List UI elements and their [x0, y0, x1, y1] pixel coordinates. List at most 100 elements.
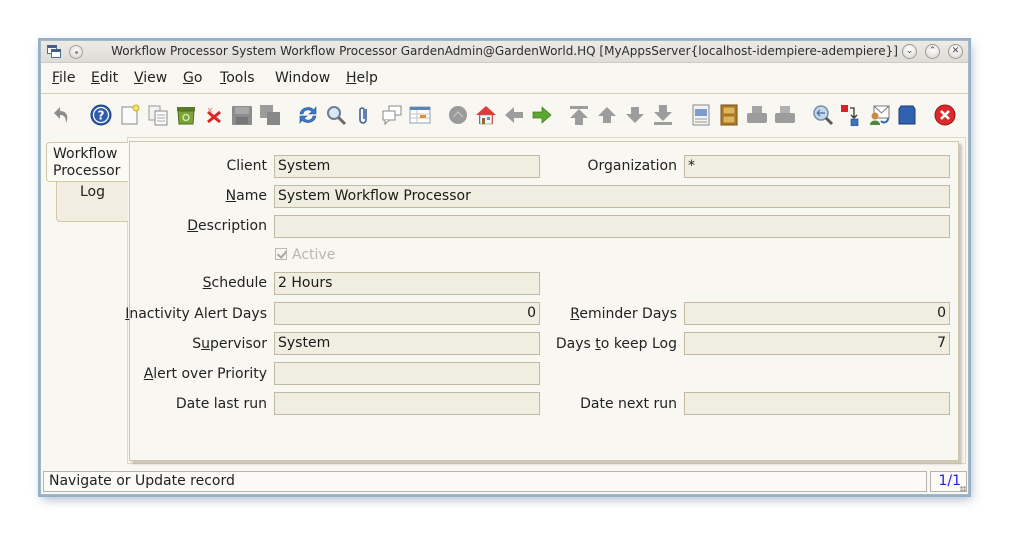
menu-tools-rest: ools	[226, 70, 255, 86]
request-icon	[870, 105, 890, 125]
close-icon: ✕	[951, 46, 960, 56]
attachment-button[interactable]	[353, 104, 375, 126]
menu-bar: File Edit View Go Tools Window Help	[41, 64, 968, 94]
help-button[interactable]: ?	[90, 104, 112, 126]
print-button[interactable]	[774, 104, 796, 126]
find-button[interactable]	[325, 104, 347, 126]
menu-edit-mnemonic: E	[91, 70, 100, 86]
date-last-run-field[interactable]	[274, 392, 540, 415]
chat-icon	[382, 105, 402, 126]
active-workflows-button[interactable]	[840, 104, 862, 126]
menu-view-rest: iew	[143, 70, 168, 86]
chat-button[interactable]	[381, 104, 403, 126]
status-bar: Navigate or Update record 1/1	[41, 471, 968, 493]
date-next-run-field[interactable]	[684, 392, 950, 415]
detail-record-button[interactable]	[531, 104, 553, 126]
resize-grip-icon[interactable]	[960, 486, 966, 492]
schedule-label-mnemonic: S	[202, 275, 212, 291]
close-button[interactable]: ✕	[948, 44, 963, 59]
title-bar[interactable]: Workflow Processor System Workflow Proce…	[41, 41, 968, 63]
menu-help-rest: elp	[356, 70, 378, 86]
grid-toggle-icon	[409, 106, 431, 124]
menu-go-rest: o	[193, 70, 203, 86]
status-message: Navigate or Update record	[43, 471, 927, 492]
menu-file[interactable]: File	[52, 70, 75, 86]
supervisor-field[interactable]: System	[274, 332, 540, 355]
reminder-days-label: Reminder Days	[570, 306, 677, 322]
description-field[interactable]	[274, 215, 950, 238]
first-record-button[interactable]	[568, 104, 590, 126]
exit-button[interactable]	[934, 104, 956, 126]
delete-selection-button[interactable]	[203, 104, 225, 126]
undo-icon	[54, 107, 68, 123]
checkbox-checked-icon	[275, 248, 287, 260]
tab-log[interactable]: Log	[56, 182, 128, 222]
save-icon	[232, 106, 252, 125]
menu-file-rest: ile	[59, 70, 76, 86]
description-label-mnemonic: D	[187, 218, 199, 234]
menu-tools[interactable]: Tools	[220, 70, 255, 86]
menu-view[interactable]: View	[134, 70, 167, 86]
save-button[interactable]	[231, 104, 253, 126]
archive-button[interactable]	[718, 104, 740, 126]
save-and-new-button[interactable]	[259, 104, 281, 126]
delete-selection-icon	[207, 107, 221, 124]
previous-record-button[interactable]	[596, 104, 618, 126]
inactivity-alert-days-label-rest: nactivity Alert Days	[129, 306, 267, 322]
alert-over-priority-field[interactable]	[274, 362, 540, 385]
active-workflows-icon	[841, 105, 859, 126]
reminder-days-field[interactable]: 0	[684, 302, 950, 325]
name-field[interactable]: System Workflow Processor	[274, 185, 950, 208]
schedule-field[interactable]: 2 Hours	[274, 272, 540, 295]
new-record-button[interactable]	[119, 104, 141, 126]
tab-workflow-processor[interactable]: Workflow Processor	[46, 142, 128, 182]
zoom-across-button[interactable]	[812, 104, 834, 126]
menu-help[interactable]: Help	[346, 70, 378, 86]
reminder-days-label-rest: eminder Days	[579, 306, 677, 322]
delete-button[interactable]	[175, 104, 197, 126]
menu-edit-rest: dit	[99, 70, 119, 86]
print-preview-button[interactable]	[746, 104, 768, 126]
supervisor-label: Supervisor	[192, 336, 267, 352]
supervisor-label-mnemonic: u	[201, 336, 210, 352]
reminder-days-mnemonic: R	[570, 306, 580, 322]
product-info-button[interactable]	[896, 104, 918, 126]
last-record-button[interactable]	[652, 104, 674, 126]
next-record-button[interactable]	[624, 104, 646, 126]
history-button[interactable]	[447, 104, 469, 126]
inactivity-alert-days-label: Inactivity Alert Days	[125, 306, 267, 322]
maximize-button[interactable]: ⌃	[925, 44, 940, 59]
undo-button[interactable]	[51, 104, 73, 126]
next-record-icon	[626, 107, 644, 123]
date-next-run-label: Date next run	[580, 396, 677, 412]
copy-record-button[interactable]	[147, 104, 169, 126]
save-and-new-icon	[260, 105, 280, 125]
alert-over-priority-label-rest: lert over Priority	[153, 366, 267, 382]
days-to-keep-log-field[interactable]: 7	[684, 332, 950, 355]
alert-over-priority-label: Alert over Priority	[144, 366, 267, 382]
request-button[interactable]	[868, 104, 890, 126]
minimize-button[interactable]: ⌄	[902, 44, 917, 59]
schedule-label-rest: chedule	[211, 275, 267, 291]
report-button[interactable]	[690, 104, 712, 126]
home-button[interactable]	[475, 104, 497, 126]
find-icon	[327, 106, 347, 126]
product-info-icon	[898, 105, 916, 125]
organization-field[interactable]: *	[684, 155, 950, 178]
active-checkbox[interactable]: Active	[275, 247, 335, 263]
menu-view-mnemonic: V	[134, 70, 144, 86]
tab-workflow-processor-line2: Processor	[53, 163, 121, 179]
copy-record-icon	[148, 105, 168, 126]
menu-edit[interactable]: Edit	[91, 70, 118, 86]
menu-window[interactable]: Window	[275, 70, 330, 86]
days-to-keep-log-label-pre: Days	[555, 336, 596, 352]
home-icon	[476, 106, 496, 125]
refresh-button[interactable]	[297, 104, 319, 126]
print-icon	[775, 106, 795, 123]
parent-record-button[interactable]	[503, 104, 525, 126]
client-field[interactable]: System	[274, 155, 540, 178]
inactivity-alert-days-field[interactable]: 0	[274, 302, 540, 325]
supervisor-label-pre: S	[192, 336, 202, 352]
menu-go[interactable]: Go	[183, 70, 202, 86]
grid-toggle-button[interactable]	[409, 104, 431, 126]
